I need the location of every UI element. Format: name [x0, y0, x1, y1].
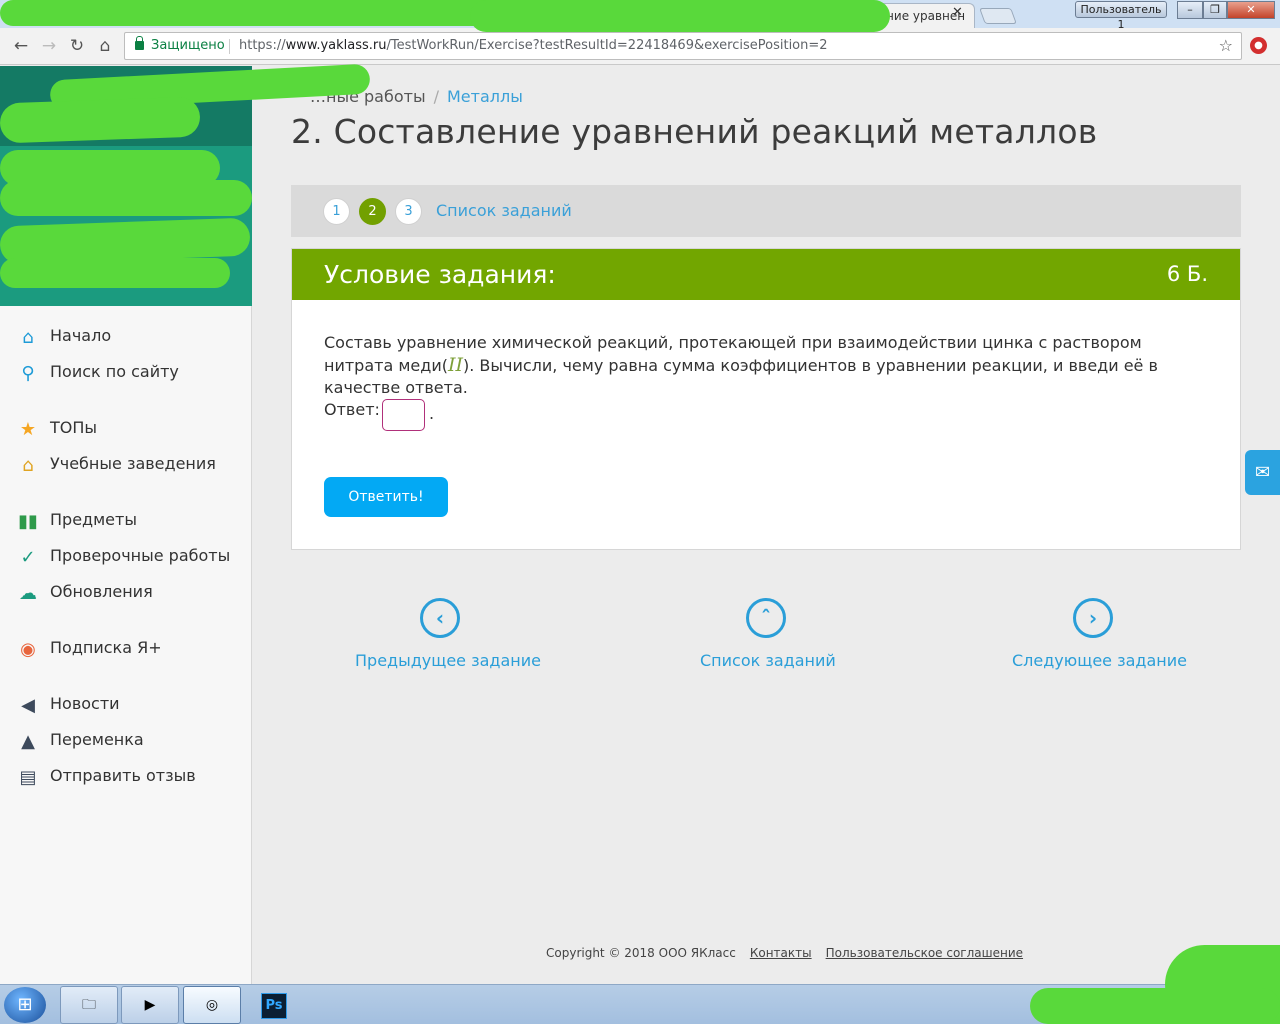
next-task-link[interactable]: › Следующее задание [1012, 598, 1187, 670]
back-icon[interactable]: ← [10, 35, 32, 57]
home-icon: ⌂ [22, 327, 34, 348]
privacy-scribble [0, 258, 230, 288]
sidebar-item-label: Обновления [50, 582, 153, 601]
page-title: 2. Составление уравнений реакций металло… [291, 112, 1098, 151]
step-1[interactable]: 1 [323, 198, 350, 225]
sidebar-item-label: Переменка [50, 730, 144, 749]
bookmark-star-icon[interactable]: ☆ [1219, 33, 1233, 59]
privacy-scribble [470, 0, 890, 32]
chevron-left-icon: ‹ [420, 598, 460, 638]
footer-copyright: Copyright © 2018 ООО ЯКласс [546, 946, 736, 960]
megaphone-icon: ◀ [21, 695, 35, 716]
breadcrumb-current[interactable]: Металлы [447, 87, 523, 106]
footer-agreement-link[interactable]: Пользовательское соглашение [826, 946, 1023, 960]
minimize-icon[interactable]: – [1177, 1, 1203, 19]
task-card: Условие задания: 6 Б. Составь уравнение … [291, 248, 1241, 550]
task-steps-bar: 1 2 3 Список заданий [291, 185, 1241, 237]
profile-button[interactable]: Пользователь 1 [1075, 1, 1167, 31]
books-icon: ▮▮ [18, 511, 38, 532]
prev-task-link[interactable]: ‹ Предыдущее задание [355, 598, 541, 670]
privacy-scribble [0, 0, 500, 26]
explorer-taskbar-icon[interactable]: 🗀 [60, 986, 118, 1024]
sidebar-item-institutions[interactable]: ⌂ Учебные заведения [16, 450, 216, 478]
url-scheme: https:// [239, 38, 286, 53]
sidebar-item-label: ТОПы [50, 418, 98, 437]
sidebar-item-home[interactable]: ⌂ Начало [16, 322, 111, 350]
chevron-up-icon: ˆ [746, 598, 786, 638]
address-bar[interactable]: Защищено https://www.yaklass.ru/TestWork… [124, 32, 1242, 60]
url-path: /TestWorkRun/Exercise?testResultId=22418… [386, 38, 828, 53]
task-header-title: Условие задания: [324, 260, 556, 289]
url-separator [229, 39, 230, 54]
cloud-sync-icon: ☁ [19, 583, 37, 604]
sidebar-item-feedback[interactable]: ▤ Отправить отзыв [16, 762, 196, 790]
ya-plus-icon: ◉ [20, 639, 36, 660]
institution-icon: ⌂ [22, 455, 34, 476]
secure-label: Защищено [151, 38, 225, 53]
sidebar-item-updates[interactable]: ☁ Обновления [16, 578, 153, 606]
sidebar-item-break[interactable]: ▲ Переменка [16, 726, 144, 754]
url-host: www.yaklass.ru [285, 38, 387, 53]
reload-icon[interactable]: ↻ [66, 35, 88, 57]
privacy-scribble [0, 180, 252, 216]
breadcrumb-separator: / [433, 87, 439, 106]
sidebar-item-label: Проверочные работы [50, 546, 231, 565]
media-player-taskbar-icon[interactable]: ▶ [121, 986, 179, 1024]
sidebar-item-tops[interactable]: ★ ТОПы [16, 414, 97, 442]
search-icon: ⚲ [21, 363, 35, 384]
window-close-icon[interactable]: ✕ [1227, 1, 1275, 19]
photoshop-label: Ps [261, 993, 287, 1019]
sidebar-item-subscription[interactable]: ◉ Подписка Я+ [16, 634, 162, 662]
sidebar-item-news[interactable]: ◀ Новости [16, 690, 120, 718]
answer-input[interactable] [382, 399, 425, 431]
photoshop-taskbar-icon[interactable]: Ps [245, 986, 303, 1024]
sidebar-item-label: Учебные заведения [50, 454, 216, 473]
star-icon: ★ [19, 419, 37, 440]
sidebar-item-label: Поиск по сайту [50, 362, 179, 381]
privacy-scribble [1030, 988, 1280, 1024]
task-list-link[interactable]: Список заданий [436, 201, 572, 220]
sidebar-item-search[interactable]: ⚲ Поиск по сайту [16, 358, 179, 386]
task-statement: Составь уравнение химической реакций, пр… [324, 332, 1209, 399]
task-header: Условие задания: 6 Б. [292, 249, 1240, 300]
restore-icon[interactable]: ❐ [1203, 1, 1227, 19]
new-tab-button[interactable] [979, 8, 1017, 24]
next-task-label: Следующее задание [1012, 651, 1187, 670]
sidebar-item-subjects[interactable]: ▮▮ Предметы [16, 506, 137, 534]
tab-close-icon[interactable]: ✕ [952, 5, 963, 20]
sidebar-item-label: Новости [50, 694, 120, 713]
task-points: 6 Б. [1166, 262, 1208, 286]
step-2-current[interactable]: 2 [359, 198, 386, 225]
start-button-icon[interactable]: ⊞ [4, 987, 46, 1023]
extension-icon[interactable]: ● [1250, 37, 1267, 54]
chrome-taskbar-icon[interactable]: ◎ [183, 986, 241, 1024]
task-list-bottom-label: Список заданий [700, 651, 836, 670]
task-roman-numeral: II [447, 354, 463, 376]
sidebar-item-label: Предметы [50, 510, 137, 529]
sidebar-item-label: Подписка Я+ [50, 638, 162, 657]
forward-icon[interactable]: → [38, 35, 60, 57]
chevron-right-icon: › [1073, 598, 1113, 638]
step-3[interactable]: 3 [395, 198, 422, 225]
url-text[interactable]: https://www.yaklass.ru/TestWorkRun/Exerc… [239, 33, 828, 59]
prev-task-label: Предыдущее задание [355, 651, 541, 670]
sidebar-item-tests[interactable]: ✓ Проверочные работы [16, 542, 230, 570]
privacy-scribble [0, 96, 201, 144]
submit-answer-button[interactable]: Ответить! [324, 477, 448, 517]
sidebar-item-label: Начало [50, 326, 112, 345]
feedback-icon: ▤ [19, 767, 37, 788]
home-button-icon[interactable]: ⌂ [94, 35, 116, 57]
task-list-bottom-link[interactable]: ˆ Список заданий [700, 598, 836, 670]
answer-label: Ответ: [324, 400, 380, 419]
check-circle-icon: ✓ [20, 547, 36, 568]
mail-feedback-icon[interactable]: ✉ [1245, 450, 1280, 495]
footer: Copyright © 2018 ООО ЯКласс Контакты Польз… [546, 946, 1023, 960]
browser-toolbar: ← → ↻ ⌂ Защищено https://www.yaklass.ru/… [0, 28, 1280, 65]
bell-icon: ▲ [21, 731, 35, 752]
answer-suffix: . [429, 404, 435, 423]
lock-icon [135, 36, 144, 50]
footer-contacts-link[interactable]: Контакты [750, 946, 812, 960]
sidebar-item-label: Отправить отзыв [50, 766, 196, 785]
